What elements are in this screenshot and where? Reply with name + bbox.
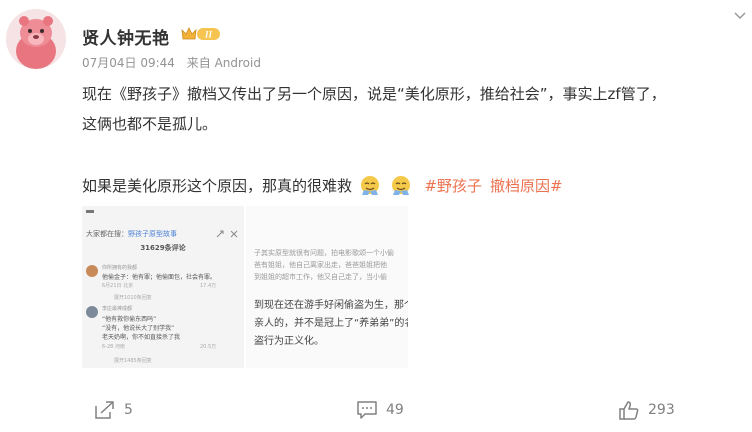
comment-text: 他偷金子：他有罪；他偷面包，社会有罪。 [102, 274, 217, 281]
comment-meta: 6-28 河南 [102, 344, 125, 350]
post-date[interactable]: 07月04日 09:44 [82, 56, 175, 70]
search-prefix: 大家都在搜： [86, 230, 128, 238]
comment-likes: 20.5万 [200, 344, 217, 350]
expand-replies: 展开1010条回复 [114, 295, 152, 301]
comment-meta: 6月21日 北京 [102, 283, 134, 289]
share-count: 5 [124, 402, 133, 418]
phone-status-bar [82, 206, 244, 220]
image-text-line: 盗行为正义化。 [254, 336, 324, 347]
post-image-2[interactable]: 子其实原型就很有问题，拍电影歌颂一个小偷 爸有姐姐，他自己离家出走，爸爸姐姐把他… [246, 206, 408, 368]
image-text-line: 子其实原型就很有问题，拍电影歌颂一个小偷 [254, 249, 394, 257]
comment-user: 李庄最棒成都 [102, 306, 133, 312]
post-line-3-wrapper: 如果是美化原形这个原因，那真的很难救 #野孩子 撤档原因# [82, 171, 563, 201]
chevron-down-icon [734, 12, 746, 20]
post-menu-button[interactable] [732, 8, 748, 24]
post-meta: 07月04日 09:44 来自 Android [82, 54, 269, 71]
sweat-smile-emoji-icon [391, 176, 410, 195]
like-button[interactable]: 293 [618, 400, 675, 420]
search-term: 野孩子原型故事 [128, 230, 177, 238]
expand-close-icons [216, 230, 238, 238]
sweat-smile-emoji-icon [360, 176, 379, 195]
hashtag-link[interactable]: #野孩子 [424, 177, 482, 195]
like-count: 293 [648, 402, 675, 418]
comment-text: “他有救你偷东西吗” [102, 316, 157, 323]
post-line-1: 现在《野孩子》撤档又传出了另一个原因，说是“美化原形，推给社会”，事实上zf管了… [82, 85, 666, 103]
vip-badge[interactable]: II [180, 25, 222, 43]
avatar[interactable] [6, 9, 66, 69]
comment-user: 你所拥有的我都 [102, 265, 138, 271]
image-text-line: 到姐姐的超市工作，他又自己走了，当小偷 [254, 273, 387, 281]
thumbs-up-icon [619, 401, 639, 420]
crown-badge-icon: II [181, 27, 220, 40]
image-text-line: 到现在还在游手好闲偷盗为生，那个 [254, 300, 408, 311]
avatar [86, 306, 98, 318]
image-text-line: 爸有姐姐，他自己离家出走，爸爸姐姐把他 [254, 261, 387, 269]
post-line-3: 如果是美化原形这个原因，那真的很难救 [82, 177, 353, 195]
comment-text: 老天奶啊，你不如直接杀了我 [102, 334, 181, 341]
share-icon [95, 401, 114, 419]
post-body: 现在《野孩子》撤档又传出了另一个原因，说是“美化原形，推给社会”，事实上zf管了… [82, 79, 750, 139]
avatar [86, 265, 98, 277]
badge-level: II [204, 30, 213, 40]
expand-replies: 展开1485条回复 [114, 358, 152, 364]
comment-text: “没有，他说长大了别学我” [102, 325, 175, 332]
comment-icon [357, 401, 377, 419]
post-source: 来自 Android [186, 56, 261, 70]
post-image-1[interactable]: 大家都在搜：野孩子原型故事 31629条评论 你所拥有的我都 他偷金子：他有罪；… [82, 206, 244, 368]
hashtag-link[interactable]: 撤档原因# [490, 177, 563, 195]
post-line-2: 这俩也都不是孤儿。 [82, 115, 218, 133]
image-text-line: 亲人的，并不是冠上了“养弟弟”的名 [254, 318, 408, 329]
comment-likes: 17.4万 [200, 283, 217, 289]
share-button[interactable]: 5 [94, 400, 133, 420]
avatar-image [6, 9, 66, 69]
comment-count: 49 [386, 402, 404, 418]
username[interactable]: 贤人钟无艳 [82, 24, 170, 49]
comment-button[interactable]: 49 [356, 400, 404, 420]
comment-count-label: 31629条评论 [140, 244, 186, 252]
